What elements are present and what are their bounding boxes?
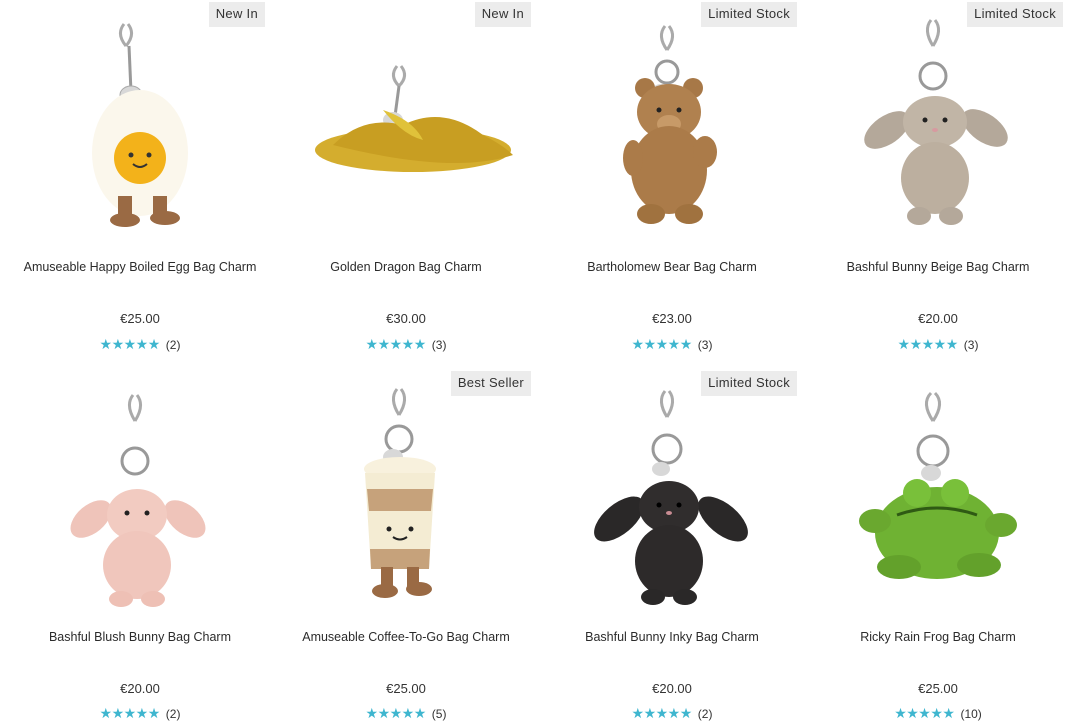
product-image[interactable] bbox=[805, 369, 1071, 615]
bunny-inky-plush-icon bbox=[594, 390, 748, 605]
product-card[interactable]: Limited Stock Bartholomew Bear Bag Charm… bbox=[539, 0, 805, 369]
product-name[interactable]: Ricky Rain Frog Bag Charm bbox=[805, 630, 1071, 644]
review-count: (3) bbox=[697, 338, 713, 352]
product-image[interactable] bbox=[7, 0, 273, 246]
product-card[interactable]: Limited Stock Bashful Bunny Beige Bag Ch… bbox=[805, 0, 1071, 369]
rating-stars: ★★★★★ bbox=[894, 705, 955, 721]
product-badge: Limited Stock bbox=[701, 2, 797, 27]
product-badge: New In bbox=[474, 2, 531, 27]
egg-plush-icon bbox=[92, 23, 188, 227]
bunny-beige-plush-icon bbox=[864, 19, 1008, 225]
product-price: €25.00 bbox=[918, 681, 958, 696]
product-price: €30.00 bbox=[386, 311, 426, 326]
product-name[interactable]: Bashful Blush Bunny Bag Charm bbox=[7, 630, 273, 644]
product-rating: ★★★★★ (2) bbox=[539, 705, 805, 722]
product-price: €20.00 bbox=[120, 681, 160, 696]
coffee-cup-plush-icon bbox=[364, 388, 436, 598]
review-count: (3) bbox=[963, 338, 979, 352]
bear-plush-icon bbox=[623, 25, 717, 224]
product-badge: Best Seller bbox=[450, 371, 531, 396]
product-price: €20.00 bbox=[652, 681, 692, 696]
review-count: (2) bbox=[165, 707, 181, 721]
rating-stars: ★★★★★ bbox=[897, 336, 959, 352]
product-rating: ★★★★★ (3) bbox=[273, 336, 539, 353]
product-image[interactable] bbox=[539, 0, 805, 246]
product-rating: ★★★★★ (3) bbox=[805, 336, 1071, 353]
product-card[interactable]: New In Amuseable Happy Boiled Egg Bag Ch… bbox=[7, 0, 273, 369]
rating-stars: ★★★★★ bbox=[99, 705, 161, 721]
rating-stars: ★★★★★ bbox=[365, 705, 427, 721]
product-image[interactable] bbox=[539, 369, 805, 615]
review-count: (5) bbox=[431, 707, 447, 721]
product-badge: Limited Stock bbox=[967, 2, 1063, 27]
product-badge: Limited Stock bbox=[701, 371, 797, 396]
product-image[interactable] bbox=[273, 369, 539, 615]
product-image[interactable] bbox=[805, 0, 1071, 246]
rating-stars: ★★★★★ bbox=[99, 336, 161, 352]
product-card[interactable]: New In Golden Dragon Bag Charm €30.00 ★★… bbox=[273, 0, 539, 369]
product-rating: ★★★★★ (3) bbox=[539, 336, 805, 353]
product-card[interactable]: Ricky Rain Frog Bag Charm €25.00 ★★★★★ (1… bbox=[805, 369, 1071, 727]
review-count: (2) bbox=[697, 707, 713, 721]
product-image[interactable] bbox=[7, 369, 273, 615]
product-card[interactable]: Bashful Blush Bunny Bag Charm €20.00 ★★★… bbox=[7, 369, 273, 727]
product-name[interactable]: Amuseable Coffee-To-Go Bag Charm bbox=[273, 630, 539, 644]
product-card[interactable]: Limited Stock Bashful Bunny Inky Bag Cha… bbox=[539, 369, 805, 727]
review-count: (3) bbox=[431, 338, 447, 352]
product-rating: ★★★★★ (2) bbox=[7, 705, 273, 722]
product-price: €23.00 bbox=[652, 311, 692, 326]
product-rating: ★★★★★ (2) bbox=[7, 336, 273, 353]
product-name[interactable]: Bashful Bunny Inky Bag Charm bbox=[539, 630, 805, 644]
review-count: (10) bbox=[960, 707, 982, 721]
rating-stars: ★★★★★ bbox=[631, 336, 693, 352]
dragon-plush-icon bbox=[315, 65, 513, 172]
review-count: (2) bbox=[165, 338, 181, 352]
product-grid: New In Amuseable Happy Boiled Egg Bag Ch… bbox=[0, 0, 1087, 727]
product-rating: ★★★★★ (5) bbox=[273, 705, 539, 722]
product-rating: ★★★★★ (10) bbox=[805, 705, 1071, 722]
product-image[interactable] bbox=[273, 0, 539, 246]
rating-stars: ★★★★★ bbox=[365, 336, 427, 352]
product-name[interactable]: Bashful Bunny Beige Bag Charm bbox=[805, 260, 1071, 274]
product-name[interactable]: Amuseable Happy Boiled Egg Bag Charm bbox=[7, 260, 273, 274]
rating-stars: ★★★★★ bbox=[631, 705, 693, 721]
product-name[interactable]: Bartholomew Bear Bag Charm bbox=[539, 260, 805, 274]
frog-plush-icon bbox=[859, 391, 1017, 579]
bunny-blush-plush-icon bbox=[70, 394, 206, 607]
product-price: €25.00 bbox=[120, 311, 160, 326]
product-price: €20.00 bbox=[918, 311, 958, 326]
product-badge: New In bbox=[208, 2, 265, 27]
product-price: €25.00 bbox=[386, 681, 426, 696]
product-name[interactable]: Golden Dragon Bag Charm bbox=[273, 260, 539, 274]
product-card[interactable]: Best Seller Amuseable Coffee-To-Go Bag C… bbox=[273, 369, 539, 727]
